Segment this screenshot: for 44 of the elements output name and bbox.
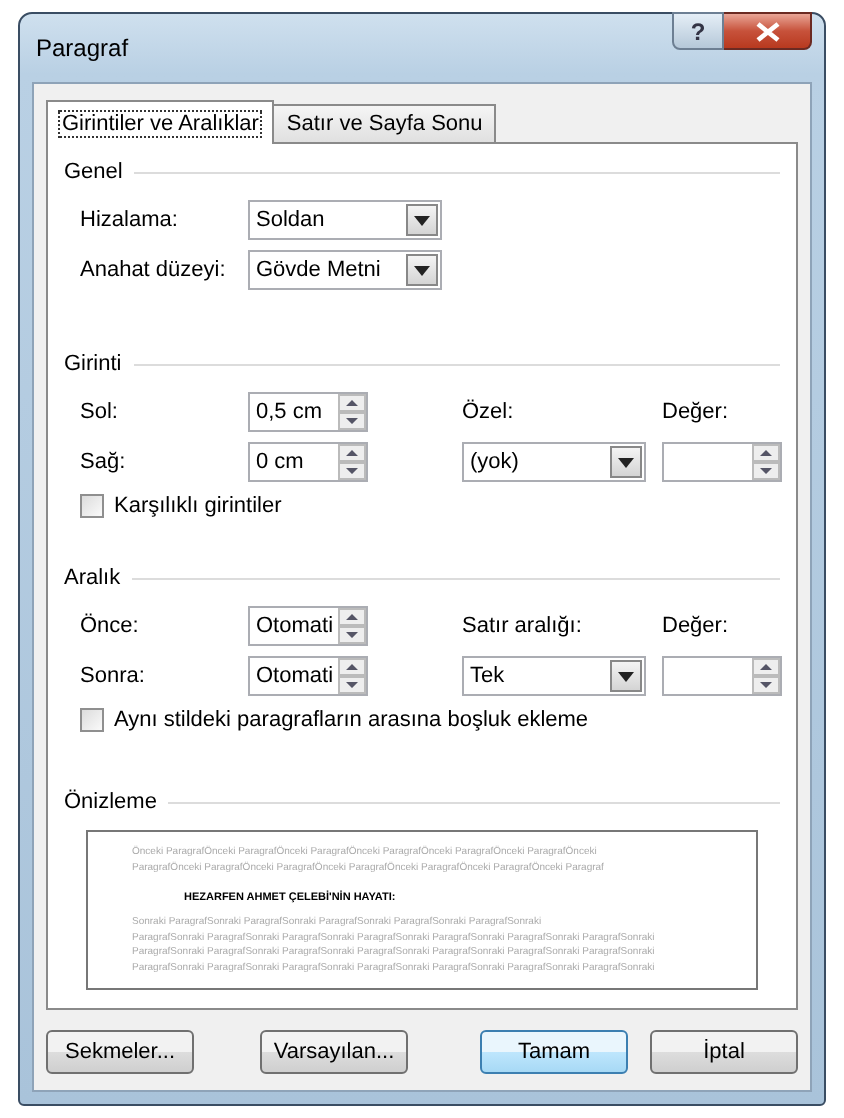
spin-arrows-icon[interactable] — [752, 658, 780, 694]
dialog-button[interactable]: Varsayılan... — [260, 1030, 408, 1074]
spin-field[interactable] — [662, 656, 782, 696]
spin-arrows-icon[interactable] — [752, 444, 780, 480]
dialog-button[interactable]: İptal — [650, 1030, 798, 1074]
dropdown-field[interactable]: Soldan — [248, 200, 442, 240]
spin-arrows-icon[interactable] — [338, 608, 366, 644]
spin-arrows-icon[interactable] — [338, 394, 366, 430]
spin-field[interactable]: 0 cm — [248, 442, 368, 482]
field-label: Özel: — [462, 400, 516, 424]
field-label: Değer: — [662, 400, 731, 424]
spin-field[interactable]: Otomati — [248, 656, 368, 696]
checkbox-label: Aynı stildeki paragrafların arasına boşluk ekleme — [114, 708, 589, 732]
close-icon — [755, 21, 779, 41]
dropdown-field[interactable]: (yok) — [462, 442, 646, 482]
spin-arrows-icon[interactable] — [338, 444, 366, 480]
field-label: Değer: — [662, 614, 731, 638]
help-button[interactable]: ? — [672, 12, 724, 50]
tab[interactable]: Satır ve Sayfa Sonu — [272, 104, 497, 142]
field-label: Anahat düzeyi: — [80, 258, 228, 282]
section-title: Girinti — [64, 352, 122, 376]
spin-field[interactable]: Otomati — [248, 606, 368, 646]
spin-field[interactable] — [662, 442, 782, 482]
checkbox-label: Karşılıklı girintiler — [114, 494, 282, 518]
tab[interactable]: Girintiler ve Aralıklar — [46, 100, 275, 144]
close-button[interactable] — [724, 12, 812, 50]
dialog-button[interactable]: Tamam — [480, 1030, 628, 1074]
checkbox[interactable] — [80, 494, 104, 518]
section-title: Genel — [64, 160, 123, 184]
field-label: Sonra: — [80, 664, 147, 688]
dialog-button[interactable]: Sekmeler... — [46, 1030, 194, 1074]
field-label: Satır aralığı: — [462, 614, 584, 638]
field-label: Önce: — [80, 614, 141, 638]
window-title: Paragraf — [34, 34, 129, 62]
field-label: Sol: — [80, 400, 120, 424]
spin-field[interactable]: 0,5 cm — [248, 392, 368, 432]
field-label: Hizalama: — [80, 208, 180, 232]
section-title: Önizleme — [64, 790, 157, 814]
spin-arrows-icon[interactable] — [338, 658, 366, 694]
field-label: Sağ: — [80, 450, 128, 474]
checkbox[interactable] — [80, 708, 104, 732]
dropdown-field[interactable]: Gövde Metni — [248, 250, 442, 290]
dropdown-field[interactable]: Tek — [462, 656, 646, 696]
section-title: Aralık — [64, 566, 121, 590]
